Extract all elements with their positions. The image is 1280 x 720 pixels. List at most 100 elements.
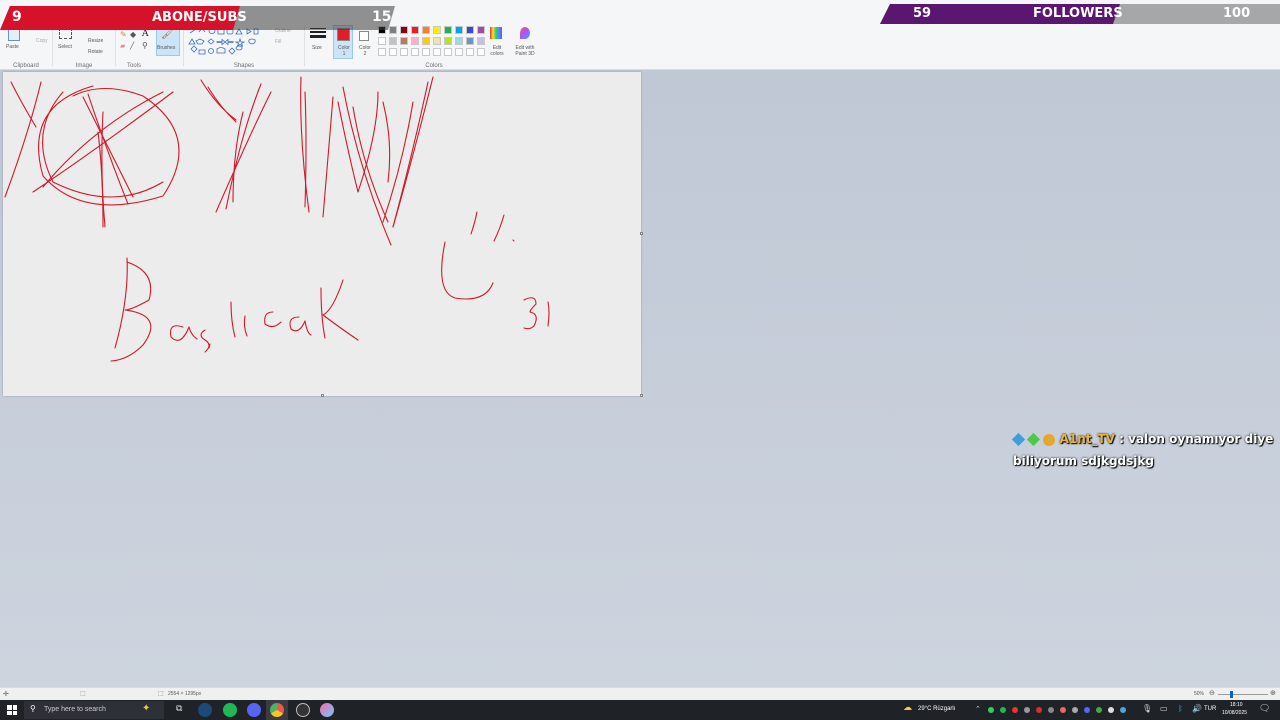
clock-time[interactable]: 18:10 [1230,702,1243,708]
tools-group: ✎ ◆ A ▰ ╱ ⚲ Tools [116,24,152,70]
resize-handle-corner[interactable] [640,394,643,397]
copilot-icon: ✦ [142,703,151,714]
palette-swatch[interactable] [477,26,485,34]
subs-goal: 15 [372,9,392,25]
rotate-button[interactable]: Rotate [88,49,103,55]
edit-colors-button[interactable]: Edit colors [486,45,508,57]
obs-icon[interactable] [296,703,310,717]
palette-swatch[interactable] [389,37,397,45]
tray-app-icon[interactable] [1012,707,1018,713]
tray-app-icon[interactable] [1108,707,1114,713]
copy-button[interactable]: Copy [36,38,48,44]
palette-swatch-empty[interactable] [422,48,430,56]
palette-swatch-empty[interactable] [466,48,474,56]
paint3d-icon[interactable] [520,27,530,39]
edit-paint3d-button[interactable]: Edit with Paint 3D [510,45,540,57]
steam-icon[interactable] [198,703,212,717]
color-selectors: Color 1 Color 2 [332,24,376,70]
fill-button[interactable]: Fill [275,39,281,45]
tray-app-icon[interactable] [1024,707,1030,713]
mic-icon[interactable]: 🎙 [1142,704,1152,713]
volume-icon[interactable]: 🔊 [1192,704,1202,713]
palette-swatch[interactable] [433,26,441,34]
discord-icon[interactable] [247,703,261,717]
selection-icon: ⬚ [80,691,86,697]
palette-swatch[interactable] [422,37,430,45]
palette-swatch[interactable] [433,37,441,45]
palette-swatch[interactable] [455,37,463,45]
palette-swatch-empty[interactable] [389,48,397,56]
resize-handle-bottom[interactable] [321,394,324,397]
tray-app-icon[interactable] [1120,707,1126,713]
task-view-icon[interactable]: ⧉ [176,704,182,714]
tray-app-icon[interactable] [1072,707,1078,713]
palette-swatch[interactable] [444,26,452,34]
brushes-button[interactable]: Brushes [157,45,175,51]
edit-colors-group: Edit colors [486,24,508,70]
tray-app-icon[interactable] [1084,707,1090,713]
image-label: Image [75,63,93,69]
clock-date[interactable]: 10/08/2025 [1222,710,1247,716]
zoom-in-button[interactable]: ⊕ [1270,689,1276,697]
palette-swatch-empty[interactable] [477,48,485,56]
palette-swatch[interactable] [400,37,408,45]
edit-colors-icon[interactable] [490,27,502,39]
palette-swatch[interactable] [477,37,485,45]
text-icon[interactable]: A [142,29,149,39]
picker-icon[interactable]: ╱ [130,42,134,50]
spotify-icon[interactable] [223,703,237,717]
shapes-gallery[interactable] [187,26,259,56]
palette-swatch[interactable] [466,26,474,34]
palette-swatch[interactable] [400,26,408,34]
palette-swatch[interactable] [455,26,463,34]
resize-handle-right[interactable] [640,232,643,235]
palette-swatch[interactable] [411,37,419,45]
notification-icon[interactable]: 🗨 [1259,704,1270,714]
zoom-out-button[interactable]: ⊖ [1209,689,1215,697]
search-box[interactable]: ⚲ Type here to search ✦ [24,701,164,719]
tray-app-icon[interactable] [1048,707,1054,713]
palette-swatch-empty[interactable] [400,48,408,56]
canvas-dimensions: 2554 × 1295px [168,691,202,697]
zoom-slider[interactable] [1218,694,1268,695]
palette-swatch[interactable] [422,26,430,34]
drawing-canvas[interactable] [3,72,643,397]
magnifier-icon[interactable]: ⚲ [142,41,148,50]
tray-app-icon[interactable] [1000,707,1006,713]
tray-app-icon[interactable] [1096,707,1102,713]
palette-swatch[interactable] [466,37,474,45]
resize-button[interactable]: Resize [88,38,103,44]
network-icon[interactable]: ▭ [1160,704,1168,713]
tray-chevron-icon[interactable]: ⌃ [975,705,981,713]
select-button[interactable]: Select [58,44,72,50]
palette-swatch-empty[interactable] [433,48,441,56]
clipboard-label: Clipboard [13,63,39,69]
fill-icon[interactable]: ◆ [130,30,136,39]
tray-app-icon[interactable] [1060,707,1066,713]
paste-button[interactable]: Paste [6,44,19,50]
palette-swatch[interactable] [378,37,386,45]
tray-app-icon[interactable] [1036,707,1042,713]
bluetooth-icon[interactable]: ᛒ [1178,704,1183,713]
badge-cube-icon [1011,432,1026,447]
paint-icon[interactable] [320,703,334,717]
size-button[interactable]: Size [312,45,322,51]
palette-swatch-empty[interactable] [411,48,419,56]
palette-swatch-empty[interactable] [455,48,463,56]
language-indicator[interactable]: TUR [1204,706,1216,712]
zoom-slider-thumb[interactable] [1230,691,1233,698]
cursor-icon: ✛ [3,691,9,698]
palette-swatch-empty[interactable] [378,48,386,56]
pencil-icon[interactable]: ✎ [120,30,127,39]
subs-label: ABONE/SUBS [152,10,247,25]
palette-swatch-empty[interactable] [444,48,452,56]
eraser-icon[interactable]: ▰ [120,42,125,50]
start-button[interactable] [7,705,17,715]
palette-swatch[interactable] [444,37,452,45]
badge-diamond-icon [1027,432,1041,447]
search-placeholder: Type here to search [44,706,106,713]
color2-swatch[interactable] [359,31,369,41]
tray-app-icon[interactable] [988,707,994,713]
subs-current: 9 [12,9,22,25]
palette-swatch[interactable] [411,26,419,34]
